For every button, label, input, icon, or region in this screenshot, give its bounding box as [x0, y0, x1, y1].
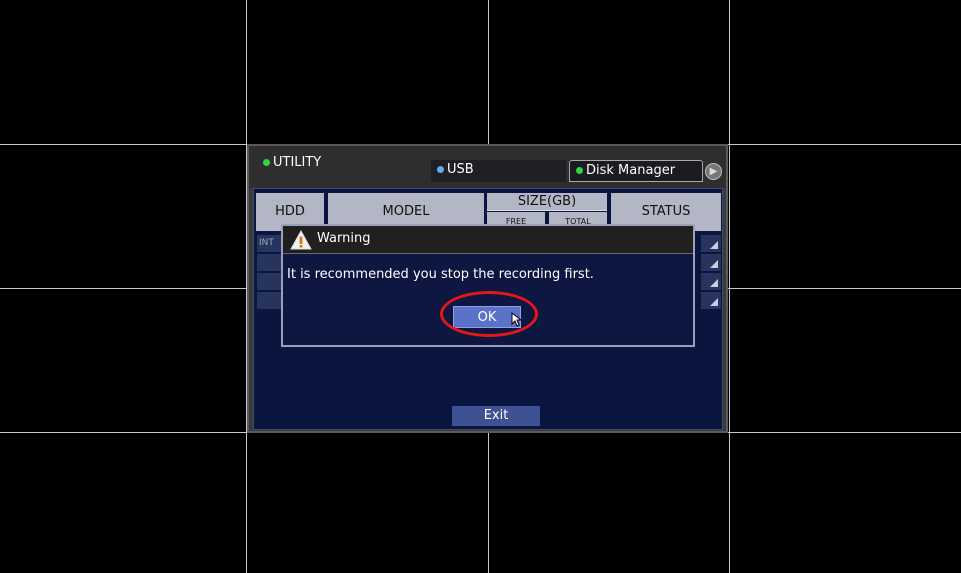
row-dropdown-icon[interactable]: [701, 235, 721, 252]
utility-title: UTILITY: [263, 155, 321, 170]
warning-icon: [290, 230, 312, 250]
tab-usb[interactable]: USB: [431, 160, 566, 182]
status-dot-icon: [576, 167, 583, 174]
row-dropdown-icon[interactable]: [701, 254, 721, 271]
status-dot-icon: [263, 159, 270, 166]
highlight-ring: [440, 291, 538, 337]
grid-divider-vertical: [729, 0, 730, 573]
column-header-size: SIZE(GB): [487, 193, 607, 211]
tab-disk-manager[interactable]: Disk Manager: [569, 160, 703, 182]
dialog-title: Warning: [317, 231, 371, 246]
dialog-message: It is recommended you stop the recording…: [287, 267, 594, 282]
row-dropdown-icon[interactable]: [701, 273, 721, 290]
exit-button[interactable]: Exit: [452, 406, 540, 426]
arrow-right-icon[interactable]: ▶: [705, 163, 722, 180]
utility-topbar: UTILITY USB Disk Manager ▶: [249, 146, 726, 188]
status-dot-icon: [437, 166, 444, 173]
row-dropdown-icon[interactable]: [701, 292, 721, 309]
dialog-titlebar: Warning: [283, 226, 693, 254]
